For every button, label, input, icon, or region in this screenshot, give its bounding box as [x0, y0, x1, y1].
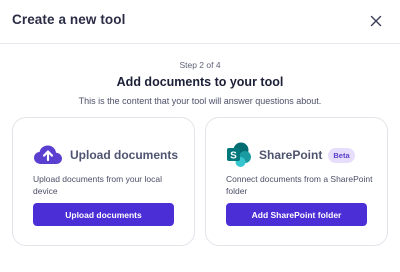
upload-documents-button[interactable]: Upload documents [33, 203, 174, 226]
upload-card-title: Upload documents [70, 148, 179, 162]
upload-documents-card: Upload documents Upload documents from y… [12, 117, 195, 246]
svg-text:S: S [230, 150, 237, 161]
sharepoint-card: S SharePoint Beta Connect documents from… [205, 117, 388, 246]
sharepoint-card-header: S SharePoint Beta [226, 142, 355, 168]
page-subtitle: This is the content that your tool will … [78, 96, 322, 106]
dialog-title: Create a new tool [12, 12, 126, 27]
beta-badge: Beta [328, 147, 355, 163]
sharepoint-card-description: Connect documents from a SharePoint fold… [226, 174, 373, 196]
dialog-header: Create a new tool [0, 0, 400, 44]
close-button[interactable] [366, 11, 386, 31]
create-tool-dialog: Create a new tool Step 2 of 4 Add docume… [0, 0, 400, 272]
page-heading: Add documents to your tool [116, 75, 284, 89]
cloud-upload-icon [34, 145, 62, 164]
sharepoint-card-title: SharePoint [259, 148, 323, 162]
add-sharepoint-folder-button[interactable]: Add SharePoint folder [226, 203, 367, 226]
step-indicator: Step 2 of 4 [179, 60, 221, 70]
close-icon [370, 15, 382, 27]
upload-card-description: Upload documents from your local device [33, 174, 162, 196]
sharepoint-logo-icon: S [227, 142, 251, 167]
upload-card-header: Upload documents [33, 142, 178, 168]
